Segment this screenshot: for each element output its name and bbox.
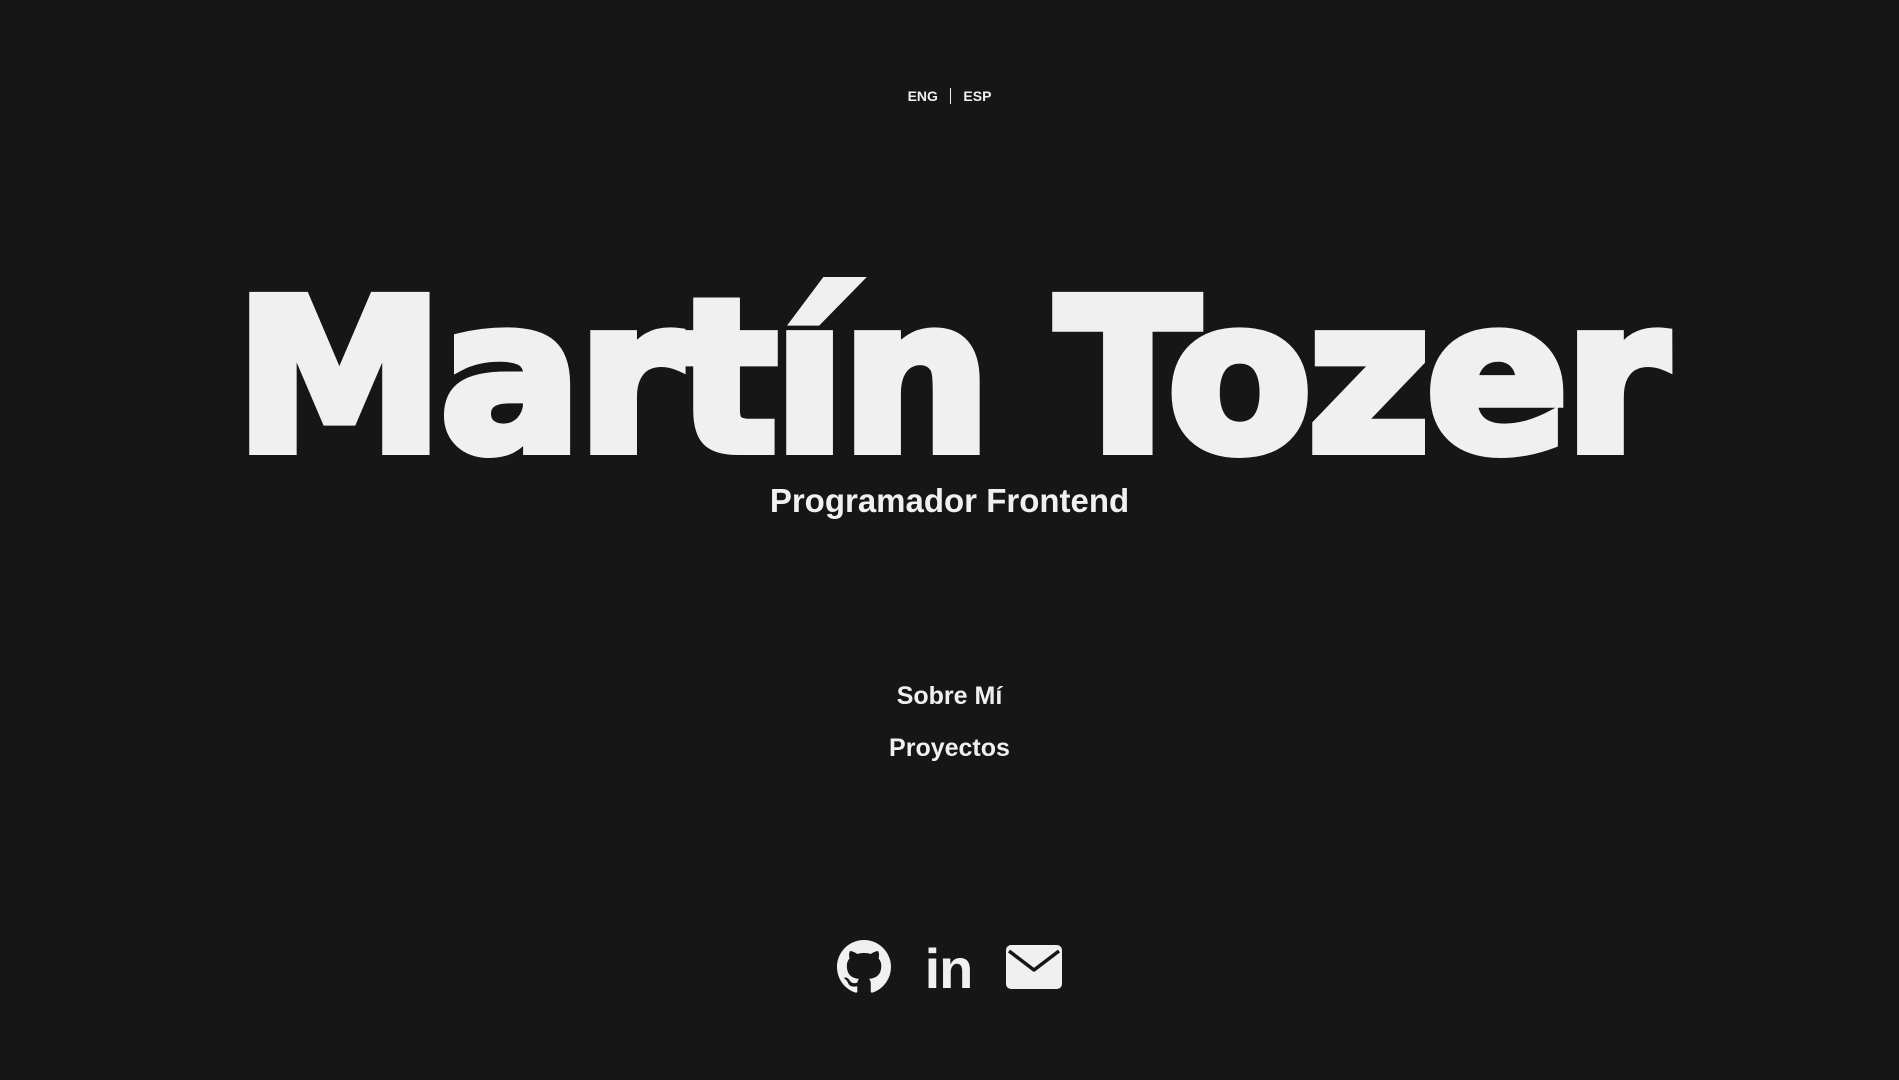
main-nav: Sobre Mí Proyectos <box>0 678 1899 766</box>
github-icon <box>836 940 891 993</box>
linkedin-icon: in <box>924 937 974 1000</box>
linkedin-link[interactable]: in <box>925 941 974 997</box>
email-link[interactable] <box>1006 945 1063 993</box>
github-link[interactable] <box>836 940 891 998</box>
hero-subtitle: Programador Frontend <box>769 482 1130 519</box>
hero-name: Martín Tozer <box>230 255 1673 500</box>
nav-link-about[interactable]: Sobre Mí <box>897 678 1003 714</box>
language-switch: ENG ESP <box>0 88 1899 104</box>
social-links: in <box>0 940 1899 998</box>
lang-separator <box>949 88 952 104</box>
lang-esp-button[interactable]: ESP <box>963 88 991 104</box>
page: ENG ESP Martín Tozer Programador Fronten… <box>0 0 1899 1080</box>
email-icon <box>1006 945 1063 989</box>
nav-link-projects[interactable]: Proyectos <box>889 730 1010 766</box>
lang-eng-button[interactable]: ENG <box>908 88 938 104</box>
